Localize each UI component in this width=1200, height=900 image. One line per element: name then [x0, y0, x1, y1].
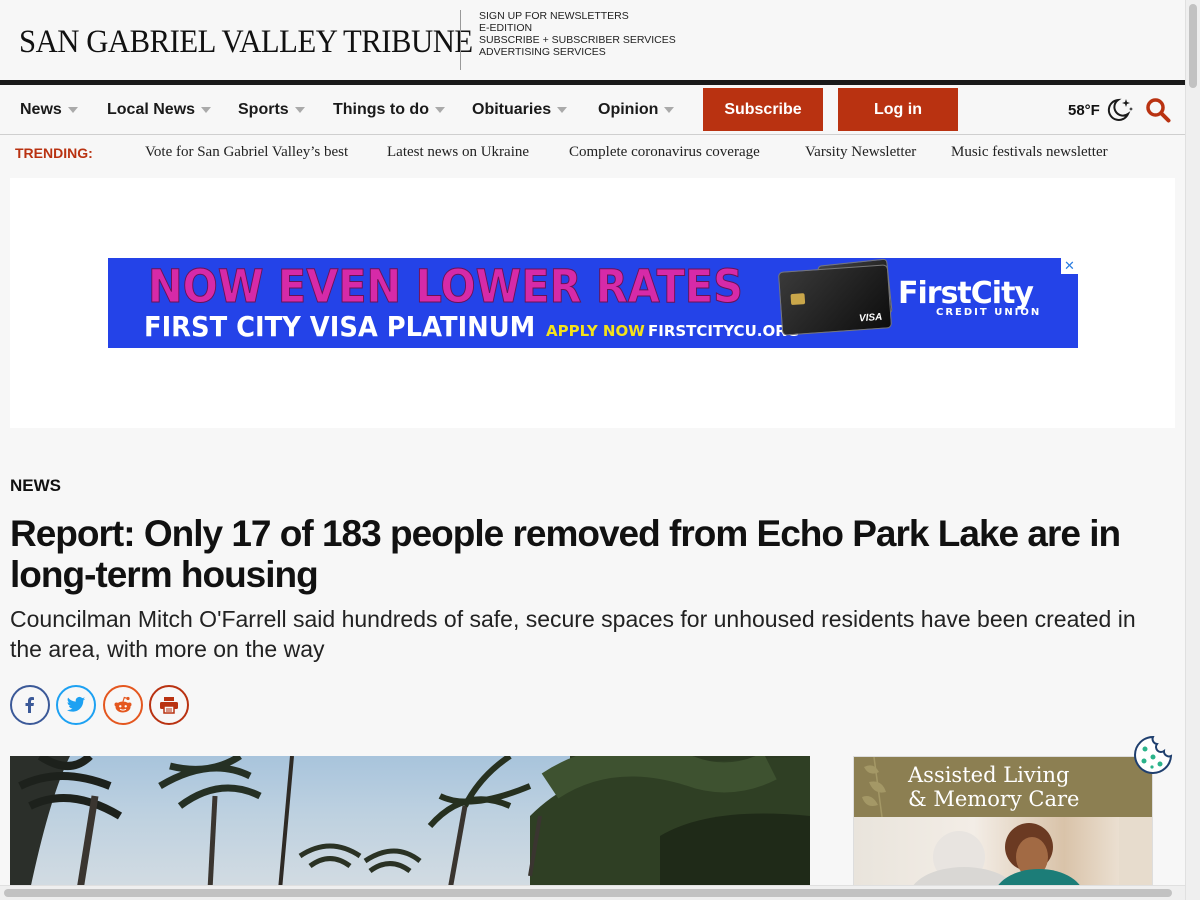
vertical-scrollbar[interactable] [1185, 0, 1200, 900]
trending-link[interactable]: Complete coronavirus coverage [569, 144, 760, 161]
newsletters-link[interactable]: SIGN UP FOR NEWSLETTERS [479, 10, 676, 22]
masthead: SAN GABRIEL VALLEY TRIBUNE SIGN UP FOR N… [0, 0, 1185, 80]
chevron-down-icon [434, 106, 445, 113]
nav-label: Obituaries [472, 101, 552, 118]
trending-bar: TRENDING: Vote for San Gabriel Valley’s … [0, 136, 1185, 170]
moon-stars-icon [1107, 98, 1133, 121]
twitter-icon [66, 696, 86, 712]
trending-link[interactable]: Latest news on Ukraine [387, 144, 529, 161]
caregiver-photo [854, 817, 1152, 889]
ad-subline: FIRST CITY VISA PLATINUM [144, 310, 536, 343]
palm-trees-image [10, 756, 810, 890]
nav-item-sports[interactable]: Sports [238, 101, 305, 119]
chevron-down-icon [67, 106, 78, 113]
advertising-link[interactable]: ADVERTISING SERVICES [479, 46, 676, 58]
article-headline: Report: Only 17 of 183 people removed fr… [10, 513, 1121, 595]
section-kicker[interactable]: NEWS [10, 476, 61, 496]
temperature: 58°F [1068, 101, 1100, 119]
trending-link[interactable]: Music festivals newsletter [951, 144, 1108, 161]
nav-label: Sports [238, 101, 289, 118]
visa-logo: VISA [858, 311, 883, 325]
nav-item-news[interactable]: News [20, 101, 78, 119]
reddit-icon [114, 696, 132, 713]
login-button[interactable]: Log in [838, 88, 958, 131]
nav-label: News [20, 101, 62, 118]
article-dek: Councilman Mitch O'Farrell said hundreds… [10, 606, 1136, 662]
ad-apply: APPLY NOW [546, 322, 645, 340]
chevron-down-icon [294, 106, 305, 113]
cookie-settings-icon[interactable] [1133, 735, 1173, 775]
masthead-links: SIGN UP FOR NEWSLETTERS E-EDITION SUBSCR… [479, 10, 676, 58]
share-reddit-button[interactable] [103, 685, 143, 725]
nav-label: Local News [107, 101, 196, 118]
firstcity-logo-name: FirstCity [898, 276, 1034, 311]
nav-label: Things to do [333, 101, 429, 118]
trending-link[interactable]: Varsity Newsletter [805, 144, 916, 161]
article-hero-image[interactable] [10, 756, 810, 890]
facebook-icon [25, 697, 34, 713]
side-ad-header: Assisted Living & Memory Care [854, 757, 1152, 817]
share-print-button[interactable] [149, 685, 189, 725]
ad-banner[interactable]: NOW EVEN LOWER RATES FIRST CITY VISA PLA… [108, 258, 1078, 348]
vertical-scroll-thumb[interactable] [1189, 4, 1197, 88]
nav-item-local-news[interactable]: Local News [107, 101, 212, 119]
horizontal-scrollbar[interactable] [0, 885, 1185, 900]
side-ad-title: Assisted Living & Memory Care [908, 763, 1080, 811]
ad-url: FIRSTCITYCU.ORG [648, 322, 800, 340]
subscriber-services-link[interactable]: SUBSCRIBE + SUBSCRIBER SERVICES [479, 34, 676, 46]
trending-link[interactable]: Vote for San Gabriel Valley’s best [145, 144, 348, 161]
chevron-down-icon [201, 106, 212, 113]
side-ad-title-line: & Memory Care [908, 787, 1080, 811]
subscribe-button[interactable]: Subscribe [703, 88, 823, 131]
nav-item-things-to-do[interactable]: Things to do [333, 101, 445, 119]
nav-item-obituaries[interactable]: Obituaries [472, 101, 568, 119]
ad-close-icon[interactable]: ✕ [1061, 258, 1078, 274]
e-edition-link[interactable]: E-EDITION [479, 22, 676, 34]
share-twitter-button[interactable] [56, 685, 96, 725]
nav-item-opinion[interactable]: Opinion [598, 101, 675, 119]
trending-label: TRENDING: [15, 145, 93, 161]
firstcity-logo-sub: CREDIT UNION [936, 307, 1042, 318]
firstcity-logo: FirstCity CREDIT UNION [898, 276, 1041, 318]
share-facebook-button[interactable] [10, 685, 50, 725]
search-icon[interactable] [1145, 97, 1171, 123]
ad-headline: NOW EVEN LOWER RATES [148, 260, 744, 314]
masthead-divider [460, 10, 461, 70]
card-chip [790, 293, 806, 306]
site-logo[interactable]: SAN GABRIEL VALLEY TRIBUNE [19, 24, 473, 61]
chevron-down-icon [557, 106, 568, 113]
main-nav: News Local News Sports Things to do Obit… [0, 85, 1185, 135]
horizontal-scroll-thumb[interactable] [4, 889, 1172, 897]
weather-widget[interactable]: 58°F [1068, 96, 1134, 124]
nav-label: Opinion [598, 101, 659, 118]
print-icon [160, 697, 178, 714]
credit-card-image: VISA [777, 264, 893, 336]
leaf-pattern-icon [862, 757, 886, 817]
chevron-down-icon [664, 106, 675, 113]
side-ad[interactable]: Assisted Living & Memory Care [853, 756, 1153, 890]
caregiver-photo-shapes [910, 817, 1152, 889]
side-ad-title-line: Assisted Living [908, 763, 1070, 787]
